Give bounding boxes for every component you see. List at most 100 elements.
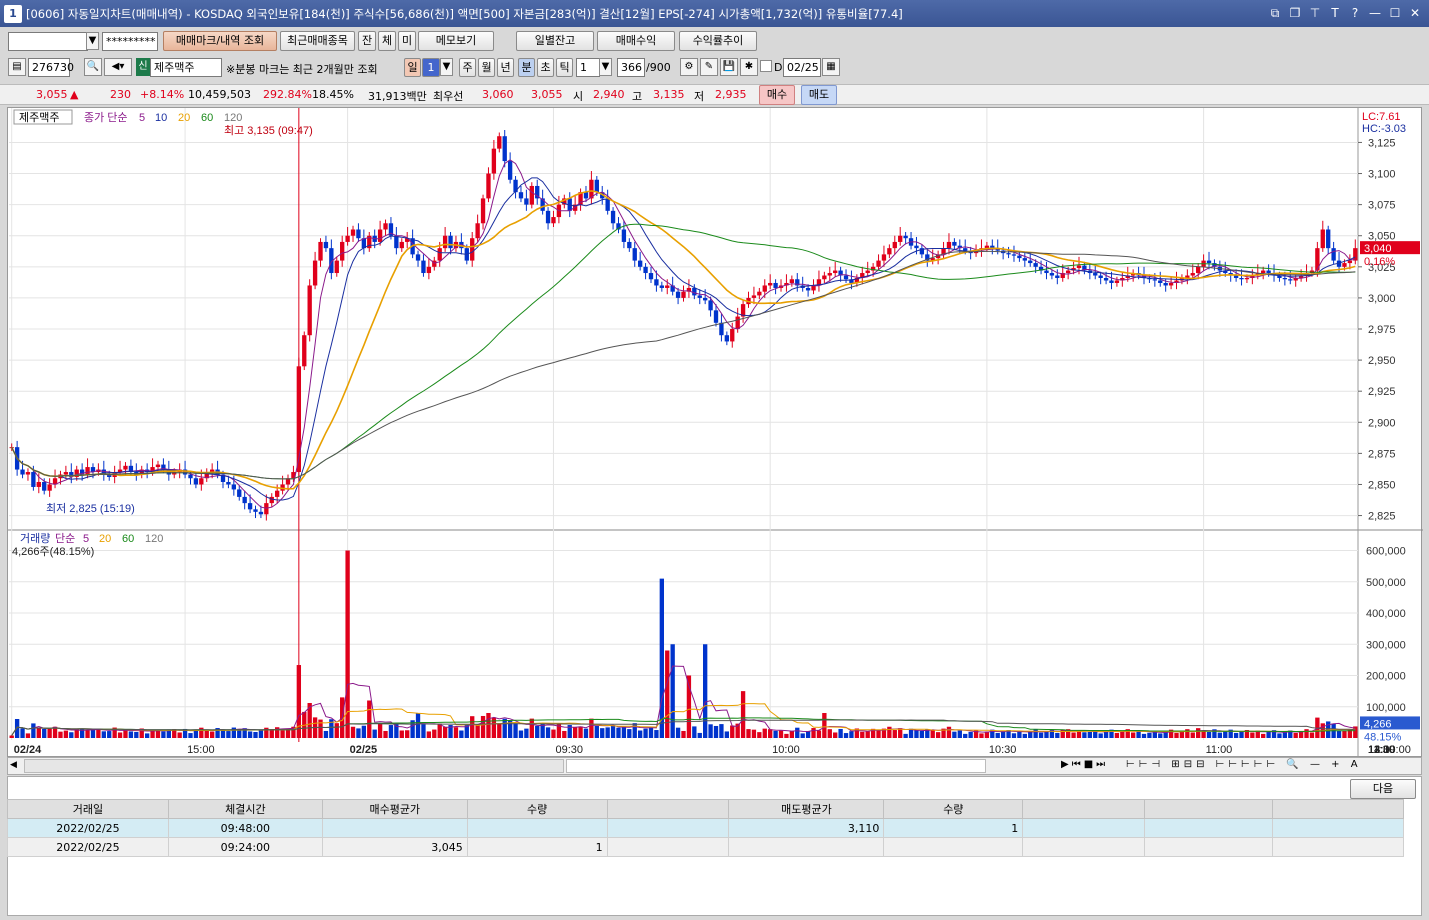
volume-bar <box>459 730 464 738</box>
candle-body <box>20 469 25 475</box>
volume-bar <box>795 727 800 738</box>
date-checkbox[interactable] <box>760 60 772 72</box>
candle-body <box>502 136 507 162</box>
font-icon[interactable]: T <box>1327 5 1343 21</box>
volume-bar <box>600 728 605 738</box>
table-row[interactable]: 2022/02/25 09:48:00 3,110 1 <box>7 818 1404 838</box>
volume-bar <box>719 724 724 738</box>
candle-body <box>253 509 258 512</box>
help-icon[interactable]: ? <box>1347 5 1363 21</box>
pin-icon[interactable]: ⊤ <box>1307 5 1323 21</box>
calendar-icon[interactable]: ▦ <box>822 58 840 76</box>
period-day[interactable]: 일 <box>404 58 421 77</box>
candle-body <box>193 478 199 485</box>
volume-bar <box>887 726 892 738</box>
sound-icon[interactable]: ◀▾ <box>104 58 132 76</box>
volume-bar <box>957 730 962 738</box>
volume-bar <box>849 731 854 738</box>
chevron-down-icon[interactable]: ▼ <box>599 58 612 76</box>
cell-sell-avg <box>728 837 885 857</box>
volume-bar <box>1158 733 1163 738</box>
candle-body <box>334 260 339 274</box>
recent-trade-button[interactable]: 최근매매종목 <box>280 31 355 51</box>
high-price: 3,135 <box>653 88 685 101</box>
candle-body <box>822 275 827 280</box>
scroll-left-icon[interactable]: ◀ <box>10 760 17 770</box>
chevron-down-icon[interactable]: ▼ <box>440 58 453 76</box>
price-volume-chart[interactable]: 3,1253,1003,0753,0503,0253,0002,9752,950… <box>8 108 1423 758</box>
profit-rate-button[interactable]: 수익률추이 <box>679 31 757 51</box>
close-icon[interactable]: ✕ <box>1407 5 1423 21</box>
trade-amount: 31,913백만 <box>368 90 427 103</box>
chart-area[interactable]: 3,125 3,100 3,075 3,050 3,025 3,000 2,975 2,950… <box>7 107 1423 758</box>
period-year[interactable]: 년 <box>497 58 514 77</box>
volume-bar <box>762 728 767 738</box>
search-icon[interactable]: 🔍 <box>84 58 102 76</box>
cell-sell-qty: 1 <box>883 818 1024 838</box>
trade-profit-button[interactable]: 매매수익 <box>597 31 675 51</box>
buy-button[interactable]: 매수 <box>759 85 795 105</box>
balance-button[interactable]: 잔 <box>358 31 376 51</box>
next-button[interactable]: 다음 <box>1350 779 1416 799</box>
sell-button[interactable]: 매도 <box>801 85 837 105</box>
trade-history-table: 거래일 체결시간 매수평균가 수량 매도평균가 수량 2022/02/25 09… <box>7 799 1404 857</box>
tab-trade-mark[interactable]: 매매마크/내역 조회 <box>163 31 277 51</box>
save-icon[interactable]: 💾 <box>720 58 738 76</box>
link-icon[interactable]: ⧉ <box>1267 5 1283 21</box>
interval-input[interactable]: 1 <box>576 58 600 77</box>
volume-bar <box>101 731 106 738</box>
minimize-icon[interactable]: — <box>1367 5 1383 21</box>
playback-controls[interactable]: ▶⏮■⏭ <box>1061 759 1108 770</box>
maximize-icon[interactable]: ☐ <box>1387 5 1403 21</box>
volume-bar <box>47 728 52 738</box>
volume-bar <box>708 724 713 738</box>
app-number-badge: 1 <box>4 4 22 23</box>
bar-count-input[interactable]: 366 <box>617 58 645 77</box>
volume-bar <box>1071 732 1076 738</box>
settings-icon[interactable]: ✱ <box>740 58 758 76</box>
pending-button[interactable]: 미 <box>398 31 416 51</box>
table-row[interactable]: 2022/02/25 09:24:00 3,045 1 <box>7 837 1404 857</box>
price-legend-item: 종가 단순 <box>84 111 128 124</box>
candle-body <box>1011 254 1017 256</box>
indicator-icon[interactable]: ⚙ <box>680 58 698 76</box>
memo-button[interactable]: 메모보기 <box>418 31 494 51</box>
period-tick[interactable]: 틱 <box>556 58 573 77</box>
volume-bar <box>768 729 773 738</box>
period-month[interactable]: 월 <box>478 58 495 77</box>
copy-icon[interactable]: ❐ <box>1287 5 1303 21</box>
chart-scrollbar[interactable]: ◀ ▶⏮■⏭ ⊢⊢⊣ ⊞⊟⊟ ⊢⊢⊢⊢⊢ 🔍 — + A <box>7 757 1422 775</box>
draw-icon[interactable]: ✎ <box>700 58 718 76</box>
volume-bar <box>1277 733 1282 738</box>
stock-code-input[interactable]: 276730 <box>28 58 74 77</box>
volume-bar <box>350 726 356 738</box>
volume-bar <box>475 724 480 738</box>
stock-name-field[interactable]: 제주맥주 <box>150 58 222 77</box>
volume-tick-label: 300,000 <box>1366 639 1406 651</box>
code-list-icon[interactable]: ▤ <box>8 58 26 76</box>
candle-body <box>1239 278 1244 280</box>
candle-body <box>47 484 52 491</box>
candle-body <box>805 287 811 291</box>
period-second[interactable]: 초 <box>537 58 554 77</box>
candle-body <box>643 266 648 274</box>
volume-bar <box>643 728 648 738</box>
volume-bar <box>502 718 507 738</box>
date-input[interactable]: 02/25 <box>783 58 821 77</box>
time-label: 10:00 <box>772 744 800 756</box>
candle-body <box>1282 278 1288 280</box>
chevron-down-icon[interactable]: ▼ <box>86 32 99 50</box>
scroll-track[interactable] <box>24 759 564 773</box>
zoom-controls[interactable]: ⊢⊢⊣ ⊞⊟⊟ ⊢⊢⊢⊢⊢ 🔍 — + A <box>1126 759 1362 770</box>
bar-count-max: /900 <box>646 61 671 74</box>
period-week[interactable]: 주 <box>459 58 476 77</box>
account-select[interactable] <box>8 32 88 51</box>
volume-bar <box>367 700 372 738</box>
password-field[interactable]: ********* <box>102 32 158 51</box>
scroll-thumb[interactable] <box>566 759 986 773</box>
daily-balance-button[interactable]: 일별잔고 <box>516 31 594 51</box>
period-minute[interactable]: 분 <box>518 58 535 77</box>
execution-button[interactable]: 체 <box>378 31 396 51</box>
period-count[interactable]: 1 <box>422 58 440 77</box>
volume-bar <box>946 726 952 738</box>
